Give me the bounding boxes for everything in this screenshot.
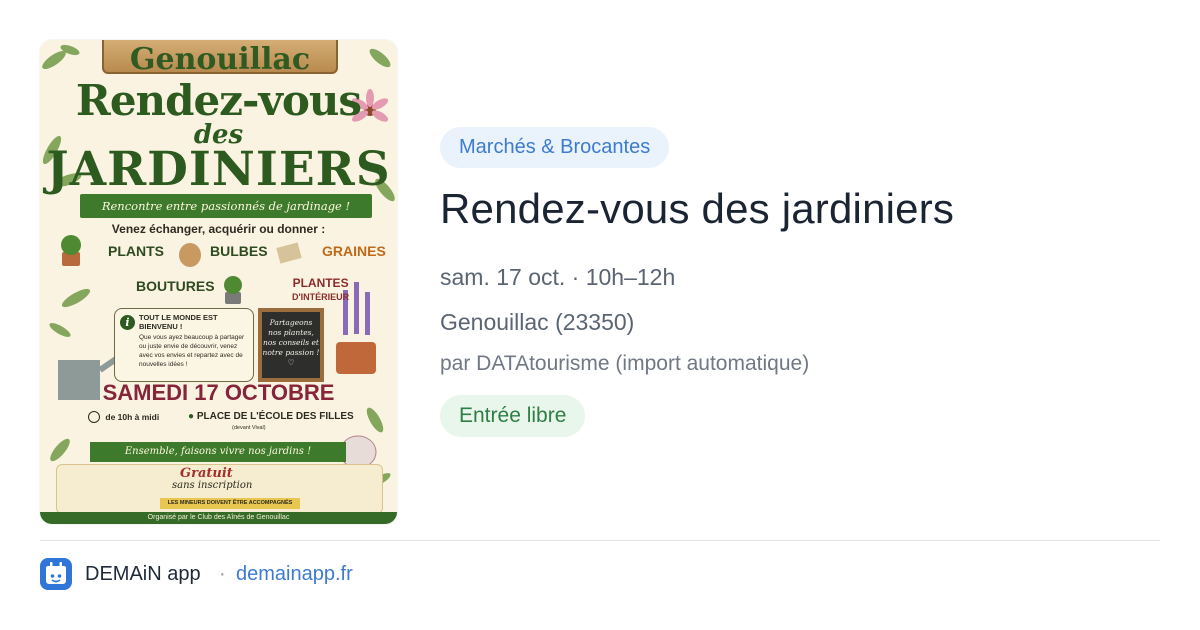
poster-time: de 10h à midi [88, 411, 159, 423]
event-location: Genouillac (23350) [440, 309, 635, 335]
poster-tagline-banner: Rencontre entre passionnés de jardinage … [80, 194, 372, 218]
poster-welcome-box: i TOUT LE MONDE EST BIENVENU ! Que vous … [114, 308, 254, 382]
app-site-link[interactable]: demainapp.fr [236, 563, 353, 586]
poster-gratuit: Gratuit [180, 466, 233, 481]
category-chip[interactable]: Marchés & Brocantes [440, 127, 670, 168]
clock-icon [88, 411, 100, 423]
poster-organizer: Organisé par le Club des Aînés de Genoui… [40, 512, 397, 524]
app-name: DEMAiN app [85, 563, 201, 585]
event-title: Rendez-vous des jardiniers [440, 185, 955, 232]
demain-app-icon [40, 558, 72, 590]
poster-time-text: de 10h à midi [105, 412, 160, 422]
poster-chalkboard-text: Partageons nos plantes, nos conseils et … [258, 308, 324, 382]
event-poster-image[interactable]: Genouillac Rendez-vous des JARDINIERS Re… [40, 40, 397, 524]
poster-category-plants: PLANTS [108, 243, 164, 259]
poster-place: ● PLACE DE L'ÉCOLE DES FILLES [188, 411, 354, 422]
poster-category-bulbes: BULBES [210, 243, 268, 259]
poster-sans-inscription: sans inscription [172, 480, 253, 491]
info-icon: i [120, 315, 135, 330]
event-source: par DATAtourisme (import automatique) [440, 352, 810, 375]
poster-welcome-body: Que vous ayez beaucoup à partager ou jus… [139, 334, 245, 368]
poster-place-text: PLACE DE L'ÉCOLE DES FILLES [196, 411, 354, 422]
poster-category-interieur-1: PLANTES [292, 276, 349, 290]
poster-intro-text: Venez échanger, acquérir ou donner : [111, 222, 326, 236]
poster-minors-notice: LES MINEURS DOIVENT ÊTRE ACCOMPAGNÉS [160, 498, 300, 509]
poster-slogan-banner: Ensemble, faisons vivre nos jardins ! [90, 442, 346, 462]
poster-title-line3: JARDINIERS [46, 142, 391, 197]
poster-welcome-title: TOUT LE MONDE EST BIENVENU ! [139, 313, 218, 331]
poster-date: SAMEDI 17 OCTOBRE [102, 380, 335, 405]
poster-category-interieur-2: D'INTÉRIEUR [292, 292, 350, 302]
event-datetime: sam. 17 oct. · 10h–12h [440, 264, 676, 290]
poster-title-line1: Rendez-vous [75, 76, 362, 125]
footer-separator: · [219, 563, 226, 585]
poster-category-graines: GRAINES [322, 243, 386, 259]
location-pin-icon: ● [188, 411, 195, 422]
footer-divider [40, 540, 1160, 541]
poster-category-boutures: BOUTURES [136, 278, 215, 294]
entry-badge: Entrée libre [440, 395, 586, 437]
poster-place-sub: (devant Vival) [232, 425, 266, 431]
poster-town-plank: Genouillac [102, 40, 338, 77]
